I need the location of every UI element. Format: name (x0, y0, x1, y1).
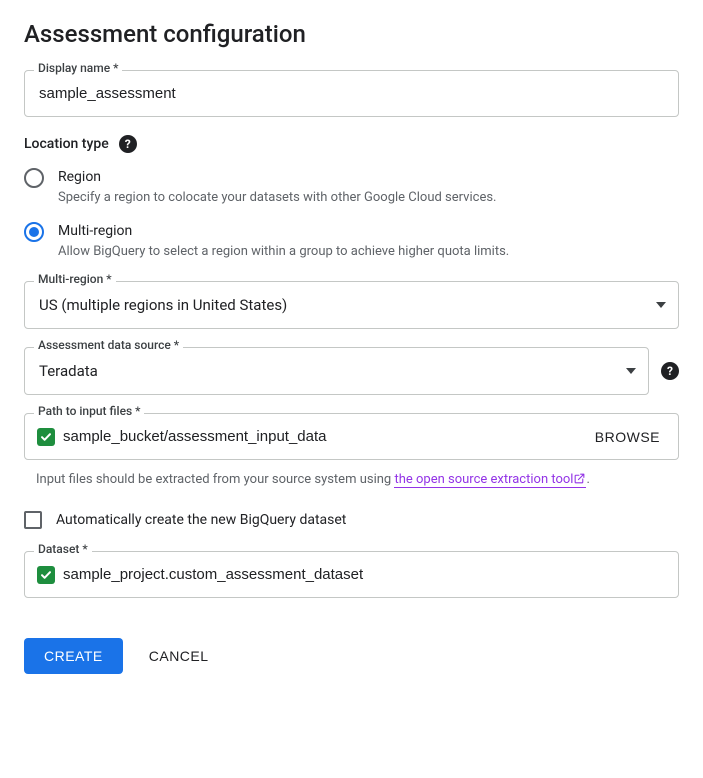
help-icon[interactable]: ? (661, 362, 679, 380)
display-name-input[interactable] (25, 71, 678, 116)
radio-label: Multi-region (58, 221, 679, 241)
page-title: Assessment configuration (24, 20, 679, 48)
location-type-title: Location type (24, 136, 109, 152)
cancel-button[interactable]: CANCEL (149, 648, 209, 664)
dataset-label: Dataset * (34, 542, 92, 556)
hint-text-pre: Input files should be extracted from you… (36, 472, 394, 487)
path-hint: Input files should be extracted from you… (24, 470, 679, 491)
data-source-field: Assessment data source * Teradata ? (24, 347, 679, 395)
path-field: Path to input files * BROWSE (24, 413, 679, 460)
radio-desc: Allow BigQuery to select a region within… (58, 243, 679, 261)
browse-button[interactable]: BROWSE (577, 415, 678, 459)
multi-region-label: Multi-region * (34, 272, 116, 286)
display-name-field: Display name * (24, 70, 679, 117)
dataset-field: Dataset * (24, 551, 679, 598)
help-icon[interactable]: ? (119, 135, 137, 153)
location-type-header: Location type ? (24, 135, 679, 153)
radio-option-region[interactable]: Region Specify a region to colocate your… (24, 167, 679, 207)
location-type-radio-group: Region Specify a region to colocate your… (24, 167, 679, 261)
radio-icon (24, 222, 44, 242)
data-source-value: Teradata (25, 348, 648, 394)
multi-region-select[interactable]: US (multiple regions in United States) (24, 281, 679, 329)
radio-desc: Specify a region to colocate your datase… (58, 189, 679, 207)
multi-region-value: US (multiple regions in United States) (25, 282, 678, 328)
checkmark-icon (37, 428, 55, 446)
auto-create-checkbox-row[interactable]: Automatically create the new BigQuery da… (24, 511, 679, 529)
chevron-down-icon (626, 368, 636, 374)
display-name-label: Display name * (34, 61, 122, 75)
extraction-tool-link[interactable]: the open source extraction tool (394, 472, 586, 488)
hint-text-post: . (586, 472, 589, 487)
data-source-label: Assessment data source * (34, 338, 183, 352)
chevron-down-icon (656, 302, 666, 308)
external-link-icon (573, 472, 586, 491)
path-label: Path to input files * (34, 404, 144, 418)
auto-create-label: Automatically create the new BigQuery da… (56, 512, 346, 528)
dataset-input[interactable] (55, 552, 678, 597)
action-bar: CREATE CANCEL (24, 638, 679, 674)
radio-option-multi-region[interactable]: Multi-region Allow BigQuery to select a … (24, 221, 679, 261)
checkmark-icon (37, 566, 55, 584)
multi-region-field: Multi-region * US (multiple regions in U… (24, 281, 679, 329)
create-button[interactable]: CREATE (24, 638, 123, 674)
radio-label: Region (58, 167, 679, 187)
path-input[interactable] (55, 414, 577, 459)
checkbox-icon (24, 511, 42, 529)
data-source-select[interactable]: Teradata (24, 347, 649, 395)
radio-icon (24, 168, 44, 188)
